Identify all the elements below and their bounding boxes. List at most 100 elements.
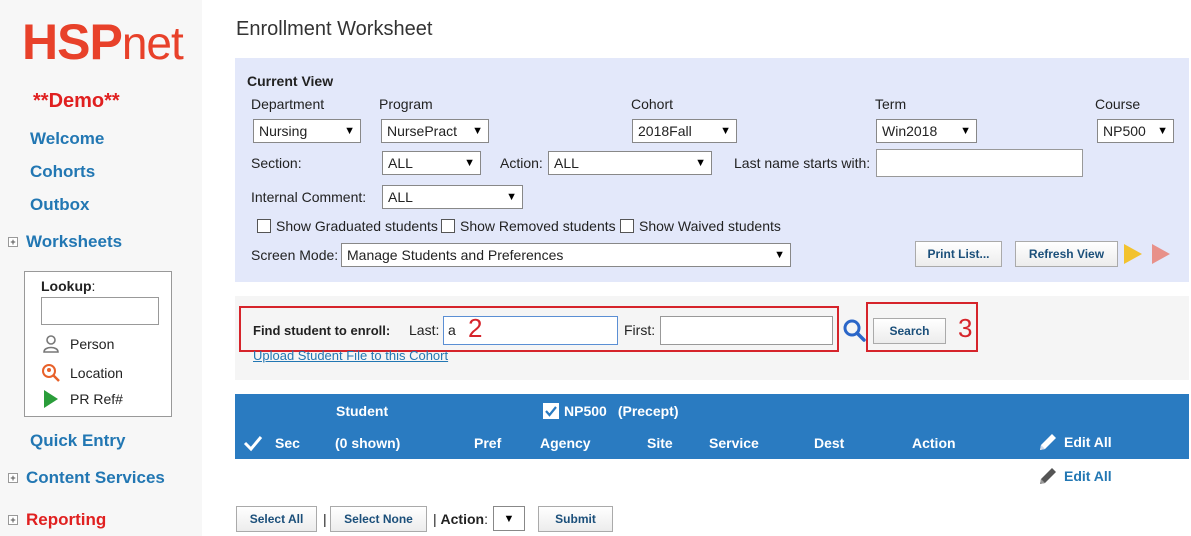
nav-reporting[interactable]: + Reporting: [8, 510, 106, 530]
person-icon: [43, 335, 59, 353]
term-label: Term: [875, 96, 907, 112]
col-service: Service: [709, 435, 759, 451]
lookup-label: Lookup:: [41, 278, 96, 294]
department-select[interactable]: Nursing ▼: [253, 119, 361, 143]
checked-checkbox-icon[interactable]: [543, 403, 559, 419]
find-last-label: Last:: [409, 322, 440, 338]
course-label: Course: [1095, 96, 1141, 112]
edit-all-button[interactable]: Edit All: [1038, 466, 1112, 486]
checkbox-icon[interactable]: [441, 219, 455, 233]
hspnet-logo[interactable]: HSPnet: [22, 14, 184, 71]
screen-mode-label: Screen Mode:: [251, 247, 339, 263]
screen-mode-select[interactable]: Manage Students and Preferences ▼: [341, 243, 791, 267]
print-list-button[interactable]: Print List...: [915, 241, 1002, 267]
lastname-starts-label: Last name starts with:: [734, 155, 871, 171]
search-button[interactable]: Search: [873, 318, 946, 344]
col-dest: Dest: [814, 435, 845, 451]
section-select[interactable]: ALL ▼: [382, 151, 481, 175]
col-agency: Agency: [540, 435, 591, 451]
table-header: Student NP500 (Precept) Sec (0 shown) Pre…: [235, 394, 1189, 459]
nav-worksheets-label: Worksheets: [26, 232, 123, 251]
lookup-person[interactable]: Person: [41, 334, 114, 354]
nav-content-services-label: Content Services: [26, 468, 165, 487]
annotation-number-2: 2: [468, 313, 483, 343]
pencil-icon: [1040, 434, 1056, 450]
course-filter[interactable]: NP500 (Precept): [543, 403, 679, 419]
find-student-label: Find student to enroll:: [253, 323, 391, 338]
term-select[interactable]: Win2018 ▼: [876, 119, 977, 143]
page-title: Enrollment Worksheet: [236, 18, 433, 40]
action-select[interactable]: ALL ▼: [548, 151, 712, 175]
internal-comment-select[interactable]: ALL ▼: [382, 185, 523, 209]
nav-worksheets[interactable]: + Worksheets: [8, 232, 122, 252]
expand-icon[interactable]: +: [8, 515, 18, 525]
program-label: Program: [379, 96, 433, 112]
show-graduated-checkbox[interactable]: Show Graduated students: [257, 218, 438, 234]
col-pref: Pref: [474, 435, 502, 451]
action-label: Action:: [500, 155, 543, 171]
show-waived-checkbox[interactable]: Show Waived students: [620, 218, 781, 234]
play-icon[interactable]: [1152, 244, 1170, 264]
logo-text-net: net: [121, 17, 184, 69]
find-first-label: First:: [624, 322, 656, 338]
select-all-button[interactable]: Select All: [236, 506, 317, 532]
nav-cohorts[interactable]: Cohorts: [30, 162, 95, 182]
play-icon[interactable]: [1124, 244, 1142, 264]
internal-comment-label: Internal Comment:: [251, 189, 367, 205]
show-removed-checkbox[interactable]: Show Removed students: [441, 218, 616, 234]
nav-content-services[interactable]: + Content Services: [8, 468, 165, 488]
bottom-action-label: | Action:: [433, 511, 488, 527]
upload-student-file-link[interactable]: Upload Student File to this Cohort: [253, 348, 448, 363]
cohort-select[interactable]: 2018Fall ▼: [632, 119, 737, 143]
logo-text-hsp: HSP: [22, 14, 123, 70]
nav-welcome[interactable]: Welcome: [30, 129, 104, 149]
checkbox-icon[interactable]: [620, 219, 634, 233]
dropdown-arrow-icon: ▼: [720, 125, 731, 137]
dropdown-arrow-icon: ▼: [960, 125, 971, 137]
dropdown-arrow-icon: ▼: [344, 125, 355, 137]
submit-button[interactable]: Submit: [538, 506, 613, 532]
refresh-view-button[interactable]: Refresh View: [1015, 241, 1118, 267]
separator: |: [323, 511, 327, 527]
current-view-panel: Current View Department Nursing ▼ Program…: [235, 58, 1189, 282]
lookup-pr-ref[interactable]: PR Ref#: [41, 389, 123, 409]
lookup-location[interactable]: Location: [41, 363, 123, 383]
search-icon[interactable]: [842, 318, 866, 342]
checkbox-icon[interactable]: [257, 219, 271, 233]
cohort-label: Cohort: [631, 96, 674, 112]
sidebar: HSPnet **Demo** Welcome Cohorts Outbox +…: [0, 0, 202, 536]
dropdown-arrow-icon: ▼: [695, 157, 706, 169]
course-select[interactable]: NP500 ▼: [1097, 119, 1174, 143]
find-first-input[interactable]: [660, 316, 833, 345]
dropdown-arrow-icon: ▼: [503, 512, 515, 525]
col-action: Action: [912, 435, 956, 451]
select-none-button[interactable]: Select None: [330, 506, 427, 532]
program-select[interactable]: NursePract ▼: [381, 119, 489, 143]
dropdown-arrow-icon: ▼: [774, 249, 785, 261]
lookup-box: Lookup: Person Location PR Ref#: [24, 271, 172, 417]
section-label: Section:: [251, 155, 302, 171]
nav-reporting-label: Reporting: [26, 510, 107, 529]
col-student: Student: [336, 403, 389, 419]
lookup-input[interactable]: [41, 297, 159, 325]
edit-all-header-button[interactable]: Edit All: [1038, 432, 1112, 452]
demo-label: **Demo**: [33, 90, 120, 112]
expand-icon[interactable]: +: [8, 237, 18, 247]
select-all-check-icon[interactable]: [243, 434, 263, 452]
col-sec: Sec: [275, 435, 300, 451]
location-search-icon: [42, 364, 60, 382]
expand-icon[interactable]: +: [8, 473, 18, 483]
dropdown-arrow-icon: ▼: [472, 125, 483, 137]
dropdown-arrow-icon: ▼: [506, 191, 517, 203]
current-view-heading: Current View: [247, 73, 334, 89]
lastname-starts-input[interactable]: [876, 149, 1083, 177]
nav-quick-entry[interactable]: Quick Entry: [30, 431, 125, 451]
pencil-icon: [1040, 468, 1056, 484]
department-label: Department: [251, 96, 325, 112]
bottom-action-select[interactable]: ▼: [493, 506, 525, 531]
nav-outbox[interactable]: Outbox: [30, 195, 90, 215]
col-shown: (0 shown): [335, 435, 401, 451]
play-icon: [44, 390, 58, 408]
dropdown-arrow-icon: ▼: [464, 157, 475, 169]
col-site: Site: [647, 435, 673, 451]
